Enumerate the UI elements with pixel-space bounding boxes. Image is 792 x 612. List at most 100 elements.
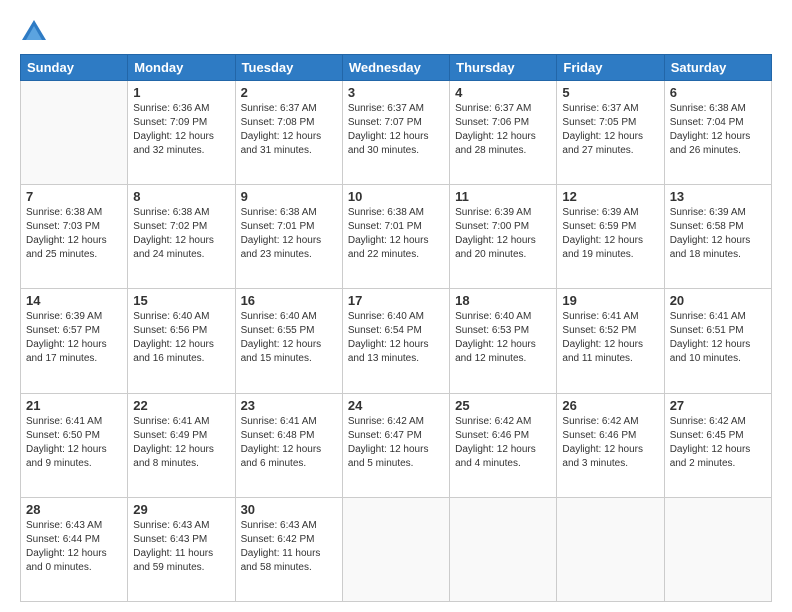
calendar-cell: 16 Sunrise: 6:40 AM Sunset: 6:55 PM Dayli… — [235, 289, 342, 393]
day-info: Sunrise: 6:40 AM Sunset: 6:56 PM Dayligh… — [133, 310, 229, 366]
weekday-header-row: Sunday Monday Tuesday Wednesday Thursday… — [21, 55, 772, 81]
day-number: 3 — [348, 85, 444, 100]
header-monday: Monday — [128, 55, 235, 81]
header-saturday: Saturday — [664, 55, 771, 81]
calendar-cell: 28 Sunrise: 6:43 AM Sunset: 6:44 PM Dayli… — [21, 497, 128, 601]
calendar-week-row: 21 Sunrise: 6:41 AM Sunset: 6:50 PM Dayli… — [21, 393, 772, 497]
calendar-week-row: 28 Sunrise: 6:43 AM Sunset: 6:44 PM Dayli… — [21, 497, 772, 601]
day-number: 10 — [348, 189, 444, 204]
day-number: 22 — [133, 398, 229, 413]
calendar-cell — [21, 81, 128, 185]
day-number: 21 — [26, 398, 122, 413]
day-number: 16 — [241, 293, 337, 308]
calendar-week-row: 7 Sunrise: 6:38 AM Sunset: 7:03 PM Daylig… — [21, 185, 772, 289]
day-number: 15 — [133, 293, 229, 308]
day-info: Sunrise: 6:38 AM Sunset: 7:03 PM Dayligh… — [26, 206, 122, 262]
day-number: 23 — [241, 398, 337, 413]
calendar-cell: 6 Sunrise: 6:38 AM Sunset: 7:04 PM Daylig… — [664, 81, 771, 185]
day-info: Sunrise: 6:39 AM Sunset: 7:00 PM Dayligh… — [455, 206, 551, 262]
day-info: Sunrise: 6:39 AM Sunset: 6:58 PM Dayligh… — [670, 206, 766, 262]
day-info: Sunrise: 6:41 AM Sunset: 6:49 PM Dayligh… — [133, 415, 229, 471]
day-info: Sunrise: 6:41 AM Sunset: 6:51 PM Dayligh… — [670, 310, 766, 366]
day-info: Sunrise: 6:40 AM Sunset: 6:53 PM Dayligh… — [455, 310, 551, 366]
day-info: Sunrise: 6:42 AM Sunset: 6:46 PM Dayligh… — [562, 415, 658, 471]
calendar-cell — [450, 497, 557, 601]
day-info: Sunrise: 6:39 AM Sunset: 6:57 PM Dayligh… — [26, 310, 122, 366]
calendar-cell: 7 Sunrise: 6:38 AM Sunset: 7:03 PM Daylig… — [21, 185, 128, 289]
day-info: Sunrise: 6:40 AM Sunset: 6:54 PM Dayligh… — [348, 310, 444, 366]
header-tuesday: Tuesday — [235, 55, 342, 81]
day-number: 27 — [670, 398, 766, 413]
day-info: Sunrise: 6:43 AM Sunset: 6:42 PM Dayligh… — [241, 519, 337, 575]
calendar-cell: 13 Sunrise: 6:39 AM Sunset: 6:58 PM Dayli… — [664, 185, 771, 289]
day-info: Sunrise: 6:43 AM Sunset: 6:43 PM Dayligh… — [133, 519, 229, 575]
calendar-cell: 26 Sunrise: 6:42 AM Sunset: 6:46 PM Dayli… — [557, 393, 664, 497]
day-number: 28 — [26, 502, 122, 517]
day-number: 13 — [670, 189, 766, 204]
header-wednesday: Wednesday — [342, 55, 449, 81]
calendar-cell: 3Sunrise: 6:37 AM Sunset: 7:07 PM Daylig… — [342, 81, 449, 185]
day-info: Sunrise: 6:38 AM Sunset: 7:01 PM Dayligh… — [348, 206, 444, 262]
day-info: Sunrise: 6:37 AM Sunset: 7:06 PM Dayligh… — [455, 102, 551, 158]
header-thursday: Thursday — [450, 55, 557, 81]
day-info: Sunrise: 6:42 AM Sunset: 6:45 PM Dayligh… — [670, 415, 766, 471]
day-number: 6 — [670, 85, 766, 100]
day-info: Sunrise: 6:38 AM Sunset: 7:04 PM Dayligh… — [670, 102, 766, 158]
calendar-cell: 23 Sunrise: 6:41 AM Sunset: 6:48 PM Dayli… — [235, 393, 342, 497]
day-info: Sunrise: 6:38 AM Sunset: 7:01 PM Dayligh… — [241, 206, 337, 262]
calendar-cell: 24 Sunrise: 6:42 AM Sunset: 6:47 PM Dayli… — [342, 393, 449, 497]
day-number: 14 — [26, 293, 122, 308]
day-info: Sunrise: 6:41 AM Sunset: 6:52 PM Dayligh… — [562, 310, 658, 366]
day-number: 8 — [133, 189, 229, 204]
logo — [20, 18, 50, 46]
day-info: Sunrise: 6:41 AM Sunset: 6:50 PM Dayligh… — [26, 415, 122, 471]
calendar-cell: 21 Sunrise: 6:41 AM Sunset: 6:50 PM Dayli… — [21, 393, 128, 497]
day-number: 26 — [562, 398, 658, 413]
day-number: 9 — [241, 189, 337, 204]
day-info: Sunrise: 6:37 AM Sunset: 7:05 PM Dayligh… — [562, 102, 658, 158]
calendar-cell — [557, 497, 664, 601]
calendar-cell: 14 Sunrise: 6:39 AM Sunset: 6:57 PM Dayli… — [21, 289, 128, 393]
calendar-cell: 27 Sunrise: 6:42 AM Sunset: 6:45 PM Dayli… — [664, 393, 771, 497]
calendar-cell: 2Sunrise: 6:37 AM Sunset: 7:08 PM Daylig… — [235, 81, 342, 185]
day-number: 1 — [133, 85, 229, 100]
page-header — [20, 18, 772, 46]
calendar-cell: 17 Sunrise: 6:40 AM Sunset: 6:54 PM Dayli… — [342, 289, 449, 393]
calendar-cell: 11Sunrise: 6:39 AM Sunset: 7:00 PM Dayli… — [450, 185, 557, 289]
calendar-cell: 18 Sunrise: 6:40 AM Sunset: 6:53 PM Dayli… — [450, 289, 557, 393]
day-info: Sunrise: 6:42 AM Sunset: 6:46 PM Dayligh… — [455, 415, 551, 471]
day-info: Sunrise: 6:41 AM Sunset: 6:48 PM Dayligh… — [241, 415, 337, 471]
calendar-cell: 8 Sunrise: 6:38 AM Sunset: 7:02 PM Daylig… — [128, 185, 235, 289]
day-info: Sunrise: 6:36 AM Sunset: 7:09 PM Dayligh… — [133, 102, 229, 158]
calendar-cell: 10 Sunrise: 6:38 AM Sunset: 7:01 PM Dayli… — [342, 185, 449, 289]
day-number: 7 — [26, 189, 122, 204]
calendar-week-row: 1 Sunrise: 6:36 AM Sunset: 7:09 PM Daylig… — [21, 81, 772, 185]
day-number: 5 — [562, 85, 658, 100]
day-info: Sunrise: 6:42 AM Sunset: 6:47 PM Dayligh… — [348, 415, 444, 471]
calendar-cell: 29 Sunrise: 6:43 AM Sunset: 6:43 PM Dayli… — [128, 497, 235, 601]
day-number: 12 — [562, 189, 658, 204]
calendar-cell — [664, 497, 771, 601]
calendar-table: Sunday Monday Tuesday Wednesday Thursday… — [20, 54, 772, 602]
day-number: 4 — [455, 85, 551, 100]
calendar-cell — [342, 497, 449, 601]
calendar-cell: 30Sunrise: 6:43 AM Sunset: 6:42 PM Dayli… — [235, 497, 342, 601]
calendar-cell: 1 Sunrise: 6:36 AM Sunset: 7:09 PM Daylig… — [128, 81, 235, 185]
calendar-cell: 20Sunrise: 6:41 AM Sunset: 6:51 PM Dayli… — [664, 289, 771, 393]
day-number: 24 — [348, 398, 444, 413]
calendar-cell: 19 Sunrise: 6:41 AM Sunset: 6:52 PM Dayli… — [557, 289, 664, 393]
day-info: Sunrise: 6:38 AM Sunset: 7:02 PM Dayligh… — [133, 206, 229, 262]
day-info: Sunrise: 6:37 AM Sunset: 7:08 PM Dayligh… — [241, 102, 337, 158]
day-number: 18 — [455, 293, 551, 308]
day-info: Sunrise: 6:40 AM Sunset: 6:55 PM Dayligh… — [241, 310, 337, 366]
calendar-week-row: 14 Sunrise: 6:39 AM Sunset: 6:57 PM Dayli… — [21, 289, 772, 393]
header-sunday: Sunday — [21, 55, 128, 81]
calendar-cell: 5 Sunrise: 6:37 AM Sunset: 7:05 PM Daylig… — [557, 81, 664, 185]
day-number: 17 — [348, 293, 444, 308]
day-number: 19 — [562, 293, 658, 308]
calendar-cell: 12Sunrise: 6:39 AM Sunset: 6:59 PM Dayli… — [557, 185, 664, 289]
calendar-cell: 4 Sunrise: 6:37 AM Sunset: 7:06 PM Daylig… — [450, 81, 557, 185]
day-number: 29 — [133, 502, 229, 517]
day-info: Sunrise: 6:43 AM Sunset: 6:44 PM Dayligh… — [26, 519, 122, 575]
calendar-cell: 25Sunrise: 6:42 AM Sunset: 6:46 PM Dayli… — [450, 393, 557, 497]
